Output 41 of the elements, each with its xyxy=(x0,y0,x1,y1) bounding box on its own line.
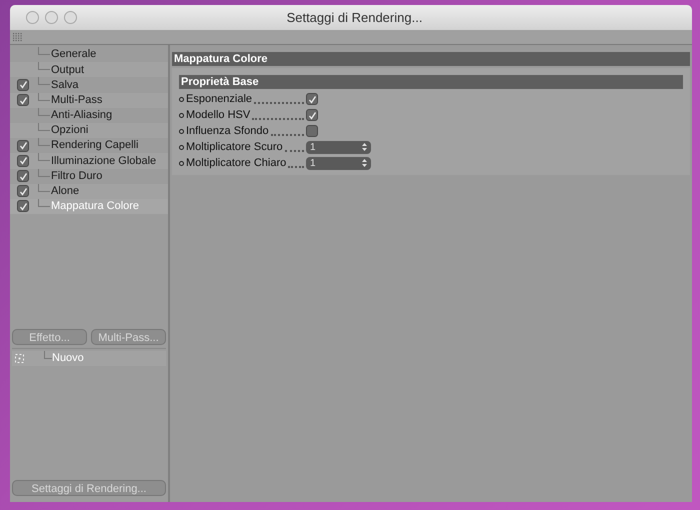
checkbox[interactable] xyxy=(17,154,29,167)
stepper-icon xyxy=(362,143,367,151)
panel-header: Mappatura Colore xyxy=(172,52,690,66)
checkbox[interactable] xyxy=(17,140,29,152)
sidebar-item[interactable]: Output xyxy=(10,62,168,78)
sidebar-item[interactable]: Filtro Duro xyxy=(10,168,168,184)
sidebar-item[interactable]: Opzioni xyxy=(10,122,168,138)
leader-dots xyxy=(252,118,304,120)
checkbox[interactable] xyxy=(17,185,29,198)
bullet-icon xyxy=(179,96,184,102)
leader-dots xyxy=(254,102,304,104)
grip-icon[interactable] xyxy=(13,32,23,42)
checkbox[interactable] xyxy=(306,109,318,121)
bullet-icon xyxy=(179,112,184,118)
window-title: Settaggi di Rendering... xyxy=(286,8,422,27)
bullet-icon xyxy=(179,144,184,150)
number-field[interactable]: 1 xyxy=(306,156,371,170)
sidebar-item[interactable]: Multi-Pass xyxy=(10,92,168,108)
checkbox[interactable] xyxy=(17,170,29,182)
group-header: Proprietà Base xyxy=(179,75,683,89)
field-label: Moltiplicatore Scuro xyxy=(186,140,283,155)
leader-dots xyxy=(284,150,304,152)
field-label: Moltiplicatore Chiaro xyxy=(186,156,286,171)
checkbox[interactable] xyxy=(17,78,29,91)
target-icon xyxy=(15,354,24,363)
field-label: Influenza Sfondo xyxy=(186,124,269,139)
stepper-icon xyxy=(362,159,367,167)
checkbox[interactable] xyxy=(306,125,318,137)
leader-dots xyxy=(270,134,304,136)
checkbox[interactable] xyxy=(306,93,318,105)
field-label: Modello HSV xyxy=(186,108,250,123)
leader-dots xyxy=(288,166,304,168)
sidebar-item[interactable]: Alone xyxy=(10,184,168,199)
bullet-icon xyxy=(179,128,184,134)
sidebar-item[interactable]: Rendering Capelli xyxy=(10,138,168,154)
field-label: Esponenziale xyxy=(186,92,252,107)
bullet-icon xyxy=(179,160,184,166)
checkbox[interactable] xyxy=(17,94,29,106)
number-field[interactable]: 1 xyxy=(306,140,371,154)
sidebar-item[interactable]: Illuminazione Globale xyxy=(10,153,168,168)
checkbox[interactable] xyxy=(17,200,29,212)
